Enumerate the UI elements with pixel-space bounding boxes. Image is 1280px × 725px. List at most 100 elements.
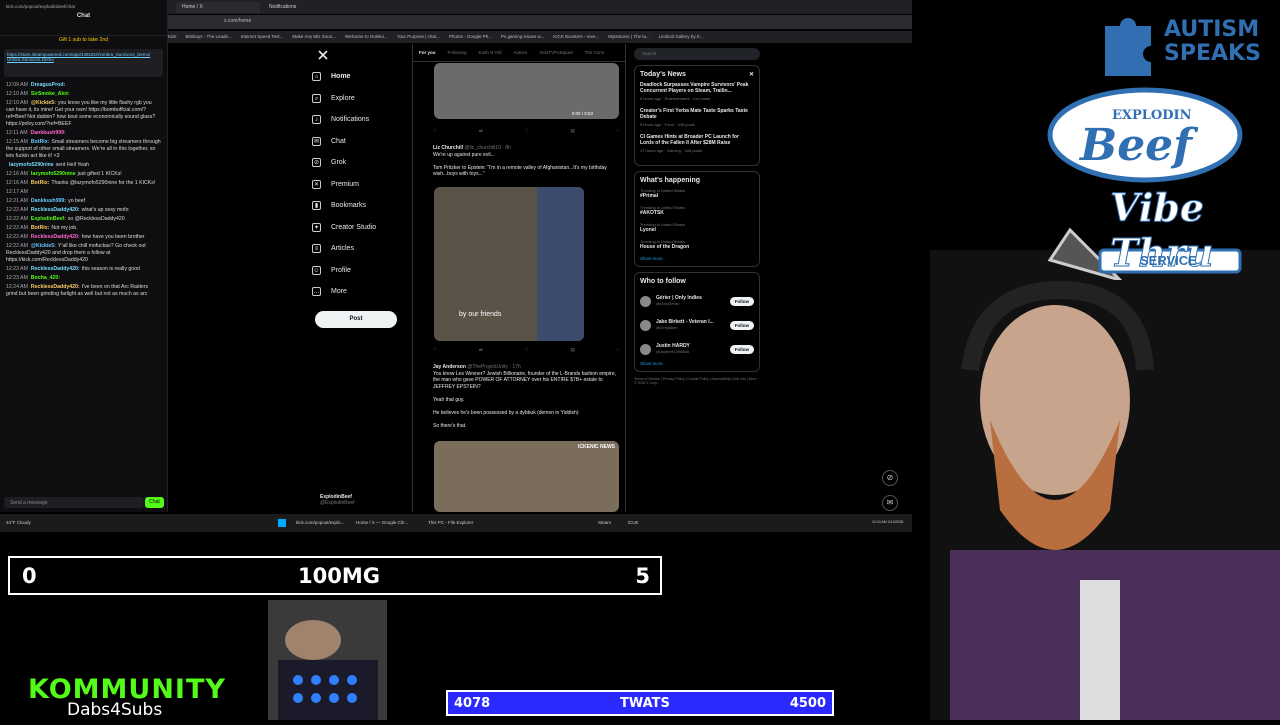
tab-list[interactable]: Autism: [514, 50, 528, 55]
chat-icon: ✉: [312, 136, 321, 146]
mg-counter-bar: 0 100MG 5: [8, 556, 662, 595]
nav-profile[interactable]: ☺ Profile: [312, 260, 412, 282]
weather-widget[interactable]: 34°F Cloudy: [6, 520, 31, 525]
whats-happening-card: What's happening Trending in United Stat…: [634, 171, 760, 267]
bookmark[interactable]: Internet Speed Test...: [241, 34, 284, 39]
nav-articles[interactable]: ≡ Articles: [312, 238, 412, 260]
news-item[interactable]: Deadlock Surpasses Vampire Survivors' Pe…: [640, 82, 754, 101]
address-bar[interactable]: x.com/home: [168, 15, 912, 29]
gift-banner[interactable]: Gift 1 sub to take 2nd: [0, 36, 167, 45]
post-button[interactable]: Post: [315, 311, 397, 328]
message-username[interactable]: ExplodinBeef:: [31, 216, 66, 222]
message-time: 12:10 AM: [6, 100, 28, 106]
trend-item[interactable]: Trending in United States #AKOTSK: [640, 205, 754, 216]
nav-home[interactable]: ⌂ Home: [312, 66, 412, 88]
message-username[interactable]: @Kickie5:: [31, 100, 56, 106]
close-icon[interactable]: ✕: [749, 71, 754, 78]
nav-more[interactable]: … More: [312, 281, 412, 303]
message-username[interactable]: RecklessDaddy420:: [31, 207, 80, 213]
follow-button[interactable]: Follow: [729, 296, 754, 306]
windows-start-icon[interactable]: [278, 519, 286, 527]
messages-float-icon[interactable]: ✉: [882, 495, 898, 511]
nav-creator-studio[interactable]: ✦ Creator Studio: [312, 217, 412, 239]
tweet-actions[interactable]: ♡ ⇄ ♡ ▤ ↑: [433, 347, 619, 353]
bookmark[interactable]: Make Any Mix Soun...: [292, 34, 336, 39]
tab-list[interactable]: The Conn: [585, 50, 605, 55]
tab-for-you[interactable]: For you: [419, 50, 436, 55]
x-logo-icon[interactable]: [318, 50, 328, 60]
trend-item[interactable]: Trending in United States #Primal: [640, 188, 754, 199]
nav-label: Notifications: [331, 116, 370, 124]
message-username[interactable]: BotRix:: [31, 180, 49, 186]
nav-notifications[interactable]: ♪ Notifications: [312, 109, 412, 131]
message-username[interactable]: lazymofo5290nine: [31, 171, 76, 177]
nav-explore[interactable]: ⌕ Explore: [312, 88, 412, 110]
follow-button[interactable]: Follow: [729, 320, 754, 330]
show-more-link[interactable]: Show more: [640, 361, 754, 366]
taskbar-item[interactable]: kick.com/popout/explo...: [296, 520, 344, 525]
message-username[interactable]: Dankkush999:: [31, 130, 66, 136]
bookmarks-bar: Kick Bitsbuys - The Leade... Internet Spee…: [168, 31, 912, 43]
tab-following[interactable]: Following: [448, 50, 467, 55]
nav-bookmarks[interactable]: ▮ Bookmarks: [312, 195, 412, 217]
tweet-video[interactable]: ICKENIC NEWS: [434, 441, 619, 512]
message-username[interactable]: Dankkush999:: [31, 198, 66, 204]
nav-premium[interactable]: ✕ Premium: [312, 174, 412, 196]
bookmark[interactable]: Kick: [168, 34, 177, 39]
message-username[interactable]: lazymofo5290nine: [9, 162, 54, 168]
message-username[interactable]: BotRix:: [31, 225, 49, 231]
pinned-message[interactable]: https://store.steampowered.com/app/43918…: [4, 49, 163, 77]
tweet-jay[interactable]: Jay Anderson @TheProjectUnity · 17h You …: [433, 364, 619, 429]
bookmark[interactable]: Welcome to Ooleko...: [345, 34, 388, 39]
bookmark[interactable]: KICK Boosters - reve...: [553, 34, 599, 39]
footer-links[interactable]: Terms of Service | Privacy Policy | Cook…: [634, 377, 760, 385]
bookmark[interactable]: Ps gaming issues w...: [501, 34, 544, 39]
grok-float-icon[interactable]: ⊘: [882, 470, 898, 486]
bookmark[interactable]: Limitool Gallery by K...: [659, 34, 704, 39]
message-username[interactable]: @Kickie5:: [31, 243, 56, 249]
bookmark[interactable]: Your Purpose | chat...: [397, 34, 440, 39]
follow-button[interactable]: Follow: [729, 344, 754, 354]
follow-suggestion[interactable]: Gérier | Only Indies @OnlyGerier Follow: [640, 289, 754, 313]
tab-list[interactable]: Kush N Trill: [479, 50, 502, 55]
message-username[interactable]: RecklessDaddy420:: [31, 234, 80, 240]
account-switcher[interactable]: ExplodinBeef @ExplodinBeef: [320, 494, 355, 506]
bookmark[interactable]: Photos - Google Ph...: [449, 34, 492, 39]
nav-chat[interactable]: ✉ Chat: [312, 131, 412, 153]
nav-grok[interactable]: ⊘ Grok: [312, 152, 412, 174]
taskbar-item[interactable]: Home / X — Google Chr...: [356, 520, 408, 525]
news-item[interactable]: Creator's First Yerba Mate Taste Sparks …: [640, 108, 754, 127]
trend-item[interactable]: Trending in United States House of the Dr…: [640, 239, 754, 250]
follow-suggestion[interactable]: Jake Birkett - Veteran I... @GreyAlien Fol…: [640, 313, 754, 337]
tweet-actions[interactable]: ♡ ⇄ ♡ ▤ ↑: [433, 128, 619, 134]
search-input[interactable]: Search: [634, 48, 760, 60]
trend-item[interactable]: Trending in United States Lyonel: [640, 222, 754, 233]
message-username[interactable]: RecklessDaddy420:: [31, 266, 80, 272]
nav-label: More: [331, 288, 347, 296]
news-item[interactable]: CI Games Hints at Broader PC Launch for …: [640, 134, 754, 153]
bookmark[interactable]: Mytestonic | The la...: [608, 34, 649, 39]
tweet-liz[interactable]: Liz Churchill @liz_churchill10 · 8h We'r…: [433, 145, 619, 178]
message-text: just gifted 1 KICKs!: [77, 171, 122, 177]
chat-send-button[interactable]: Chat: [145, 497, 164, 508]
taskbar-item[interactable]: Steam: [598, 520, 611, 525]
show-more-link[interactable]: Show more: [640, 256, 754, 261]
video-player[interactable]: 0:00 / 0:53: [434, 63, 619, 119]
tab-notifications[interactable]: Notifications: [263, 2, 347, 13]
taskbar-item[interactable]: iCUE: [628, 520, 639, 525]
message-username[interactable]: BotRix:: [31, 139, 49, 145]
chat-input[interactable]: Send a message: [4, 497, 144, 508]
message-username[interactable]: DreagusProd:: [31, 82, 65, 88]
counter-left: 0: [22, 564, 37, 588]
message-username[interactable]: RecklessDaddy420:: [31, 284, 80, 290]
tweet-image[interactable]: by our friends: [434, 187, 584, 341]
message-username[interactable]: Bocha_420:: [31, 275, 60, 281]
chat-message: 12:22 AM ExplodinBeef: so @RecklessDaddy42…: [0, 215, 167, 224]
bookmark[interactable]: Bitsbuys - The Leade...: [186, 34, 232, 39]
follow-suggestion[interactable]: Justin HARDY @JustinH1395865 Follow: [640, 337, 754, 361]
taskbar-item[interactable]: This PC - File Explorer: [428, 520, 473, 525]
tab-home[interactable]: Home / X: [176, 2, 260, 13]
tab-list[interactable]: XeloTVPoSquad: [539, 50, 572, 55]
home-icon: ⌂: [312, 72, 321, 82]
message-username[interactable]: SirSmoke_Alot:: [31, 91, 70, 97]
